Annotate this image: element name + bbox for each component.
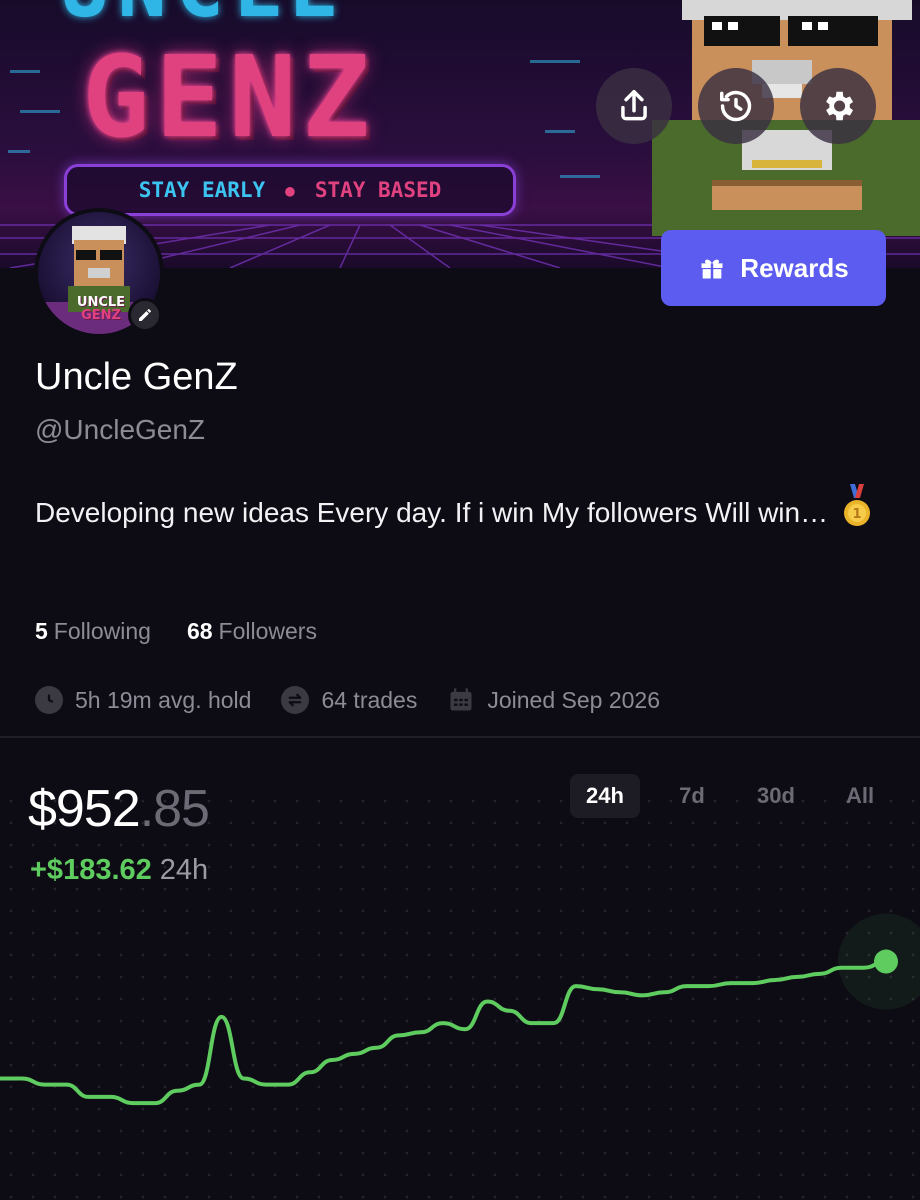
profile-stats: 5h 19m avg. hold 64 trades Joined Sep 20… (35, 686, 690, 714)
following-count: 5 (35, 618, 48, 644)
followers-count: 68 (186, 618, 213, 644)
share-button[interactable] (596, 68, 672, 144)
followers-label: Followers (218, 618, 317, 644)
share-icon (621, 90, 647, 121)
history-button[interactable] (698, 68, 774, 144)
clock-icon (35, 686, 63, 714)
tagline-separator-icon: ● (285, 180, 295, 200)
rewards-button[interactable]: Rewards (661, 230, 886, 306)
avatar-label: UNCLE GENZ (76, 295, 126, 323)
joined-text: Joined Sep 2026 (487, 686, 661, 713)
chart-endpoint-dot (874, 949, 898, 974)
gear-icon (826, 91, 854, 121)
avg-hold-text: 5h 19m avg. hold (75, 686, 252, 713)
settings-button[interactable] (800, 68, 876, 144)
follow-stats: 5 Following 68 Followers (35, 618, 317, 645)
followers-link[interactable]: 68 Followers (187, 618, 317, 645)
range-24h[interactable]: 24h (570, 774, 640, 818)
svg-text:1: 1 (852, 507, 861, 522)
gold-medal-icon: 1 (843, 484, 870, 526)
tagline-right: STAY BASED (314, 178, 442, 202)
time-range-selector: 24h 7d 30d All (570, 774, 902, 818)
following-label: Following (53, 618, 151, 644)
bio-text: Developing new ideas Every day. If i win… (35, 497, 829, 528)
range-7d[interactable]: 7d (650, 774, 734, 818)
history-icon (720, 90, 752, 122)
trades-text: 64 trades (321, 686, 418, 713)
tagline-left: STAY EARLY (138, 178, 266, 202)
profile-name: Uncle GenZ (35, 356, 238, 398)
banner-title-top: UNCLE (60, 0, 347, 30)
portfolio-line-chart (0, 913, 920, 1106)
change-period: 24h (159, 854, 209, 886)
profile-handle: @UncleGenZ (35, 414, 206, 445)
following-link[interactable]: 5 Following (35, 618, 151, 645)
change-value: +$183.62 (30, 854, 152, 886)
rewards-label: Rewards (740, 252, 849, 283)
calendar-icon (447, 686, 475, 714)
balance-cents: .85 (139, 780, 210, 838)
balance-whole: $952 (28, 780, 141, 838)
joined-stat: Joined Sep 2026 (447, 686, 660, 714)
pencil-icon (139, 309, 151, 321)
range-all[interactable]: All (818, 774, 902, 818)
gift-icon (701, 259, 723, 279)
banner-title: GENZ (82, 33, 376, 163)
portfolio-balance: $952.85 (28, 780, 210, 838)
profile-bio: Developing new ideas Every day. If i win… (35, 484, 885, 538)
range-30d[interactable]: 30d (734, 774, 818, 818)
portfolio-change: +$183.62 24h (30, 854, 208, 887)
banner-character-illustration (652, 0, 920, 236)
edit-avatar-button[interactable] (128, 298, 162, 332)
swap-icon (281, 686, 310, 714)
avg-hold-stat: 5h 19m avg. hold (35, 686, 251, 714)
banner-tagline: STAY EARLY ● STAY BASED (64, 164, 516, 216)
chart-series-line (0, 959, 887, 1106)
section-divider (0, 736, 920, 738)
trades-stat: 64 trades (281, 686, 417, 714)
